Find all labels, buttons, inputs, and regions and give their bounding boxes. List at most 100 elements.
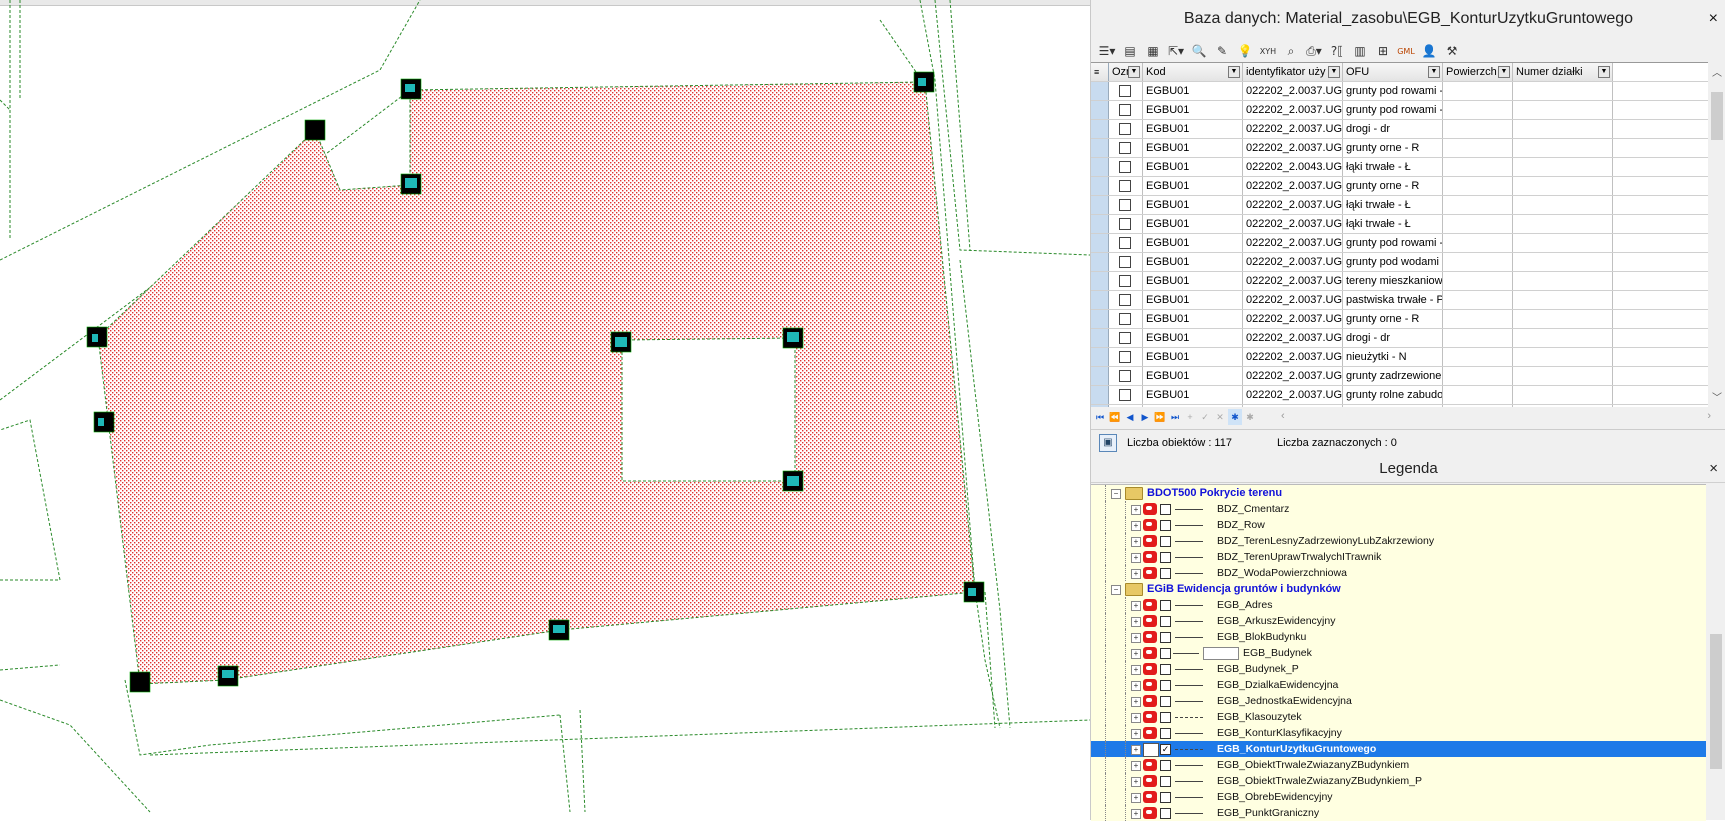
row-checkbox[interactable] — [1119, 237, 1131, 250]
table-row[interactable]: EGBU01 022202_2.0037.UG grunty orne - R — [1091, 139, 1708, 158]
layer-visibility-icon[interactable] — [1143, 695, 1157, 707]
table-row[interactable]: EGBU01 022202_2.0043.UG łąki trwałe - Ł — [1091, 158, 1708, 177]
legend-layer[interactable]: + EGB_Budynek_P — [1091, 661, 1706, 677]
row-selector[interactable] — [1091, 120, 1109, 138]
column-header-numer-dzialki[interactable]: Numer działki ▼ — [1513, 63, 1613, 81]
row-checkbox-cell[interactable] — [1109, 139, 1143, 157]
collapse-icon[interactable]: − — [1111, 585, 1121, 595]
row-checkbox[interactable] — [1119, 351, 1131, 364]
layer-visibility-icon[interactable] — [1143, 679, 1157, 691]
column-header-kod[interactable]: Kod ▼ — [1143, 63, 1243, 81]
row-selector[interactable] — [1091, 215, 1109, 233]
layer-visibility-icon[interactable] — [1143, 727, 1157, 739]
selected-land-use-contour[interactable] — [97, 81, 976, 685]
row-selector[interactable] — [1091, 196, 1109, 214]
layer-checkbox[interactable] — [1160, 728, 1171, 739]
legend-layer[interactable]: + EGB_ObrebEwidencyjny — [1091, 789, 1706, 805]
legend-layer[interactable]: + BDZ_WodaPowierzchniowa — [1091, 565, 1706, 581]
expand-icon[interactable]: + — [1131, 681, 1141, 691]
layer-checkbox[interactable] — [1160, 568, 1171, 579]
search-icon[interactable]: 🔍 — [1189, 41, 1209, 61]
layer-visibility-icon[interactable] — [1143, 663, 1157, 675]
layer-visibility-icon[interactable] — [1143, 567, 1157, 579]
row-checkbox[interactable] — [1119, 142, 1131, 155]
legend-layer[interactable]: + EGB_ObiektTrwaleZwiazanyZBudynkiem_P — [1091, 773, 1706, 789]
layer-checkbox[interactable] — [1160, 792, 1171, 803]
row-checkbox[interactable] — [1119, 294, 1131, 307]
table-row[interactable]: EGBU01 022202_2.0037.UG grunty pod rowami … — [1091, 101, 1708, 120]
layer-visibility-icon[interactable] — [1143, 791, 1157, 803]
expand-icon[interactable]: + — [1131, 601, 1141, 611]
layer-visibility-icon[interactable] — [1143, 711, 1157, 723]
close-database-panel-button[interactable]: × — [1709, 0, 1718, 38]
tool-icon[interactable]: ⚒ — [1442, 41, 1462, 61]
legend-layer[interactable]: + EGB_ObiektTrwaleZwiazanyZBudynkiem — [1091, 757, 1706, 773]
legend-layer[interactable]: + EGB_JednostkaEwidencyjna — [1091, 693, 1706, 709]
row-selector[interactable] — [1091, 177, 1109, 195]
chevron-down-icon[interactable]: ▼ — [1428, 66, 1440, 78]
scroll-left-icon[interactable]: ‹ — [1281, 410, 1285, 422]
zoom-icon[interactable]: ⌕ — [1281, 41, 1301, 61]
row-checkbox[interactable] — [1119, 123, 1131, 136]
layer-checkbox[interactable] — [1160, 680, 1171, 691]
table-row[interactable]: EGBU01 022202_2.0037.UG nieużytki - N — [1091, 348, 1708, 367]
table-row[interactable]: EGBU01 022202_2.0037.UG grunty orne - R — [1091, 177, 1708, 196]
layer-checkbox[interactable] — [1160, 616, 1171, 627]
xyh-icon[interactable]: XYH — [1258, 41, 1278, 61]
expand-icon[interactable]: + — [1131, 713, 1141, 723]
layer-visibility-icon[interactable] — [1143, 599, 1157, 611]
layer-visibility-icon[interactable] — [1143, 647, 1157, 659]
brush-icon[interactable]: ✎ — [1212, 41, 1232, 61]
expand-icon[interactable]: + — [1131, 553, 1141, 563]
expand-icon[interactable]: + — [1131, 777, 1141, 787]
table2-icon[interactable]: ▦ — [1143, 41, 1163, 61]
scrollbar-thumb[interactable] — [1711, 92, 1723, 140]
gml-icon[interactable]: GML — [1396, 41, 1416, 61]
row-checkbox[interactable] — [1119, 370, 1131, 383]
legend-layer[interactable]: + BDZ_TerenUprawTrwalychITrawnik — [1091, 549, 1706, 565]
row-selector[interactable] — [1091, 310, 1109, 328]
row-checkbox-cell[interactable] — [1109, 215, 1143, 233]
row-checkbox-cell[interactable] — [1109, 177, 1143, 195]
expand-icon[interactable]: + — [1131, 569, 1141, 579]
scroll-down-icon[interactable]: ﹀ — [1708, 389, 1725, 404]
row-selector[interactable] — [1091, 367, 1109, 385]
row-checkbox[interactable] — [1119, 161, 1131, 174]
legend-layer[interactable]: + EGB_KonturKlasyfikacyjny — [1091, 725, 1706, 741]
scrollbar-thumb[interactable] — [1710, 634, 1722, 769]
layer-checkbox[interactable] — [1160, 712, 1171, 723]
column-header-ozr[interactable]: Ozr ▼ — [1109, 63, 1143, 81]
map-drawing[interactable] — [0, 0, 1090, 820]
grid-menu-icon[interactable]: ☰▾ — [1097, 41, 1117, 61]
refresh-all-icon[interactable]: ✱ — [1243, 409, 1257, 425]
chevron-down-icon[interactable]: ▼ — [1328, 66, 1340, 78]
cancel-icon[interactable]: ✕ — [1213, 409, 1227, 425]
last-record-icon[interactable]: ⏭ — [1168, 409, 1182, 425]
users-icon[interactable]: 👤 — [1419, 41, 1439, 61]
row-checkbox[interactable] — [1119, 332, 1131, 345]
next-record-icon[interactable]: ▶ — [1138, 409, 1152, 425]
table-row[interactable]: EGBU01 022202_2.0037.UG drogi - dr — [1091, 120, 1708, 139]
legend-group[interactable]: − EGiB Ewidencja gruntów i budynków — [1091, 581, 1706, 597]
table-icon[interactable]: ▤ — [1120, 41, 1140, 61]
row-checkbox[interactable] — [1119, 180, 1131, 193]
layer-checkbox[interactable] — [1160, 776, 1171, 787]
row-selector[interactable] — [1091, 329, 1109, 347]
layer-visibility-icon[interactable] — [1143, 615, 1157, 627]
layer-checkbox[interactable]: ✓ — [1160, 744, 1171, 755]
refresh-icon[interactable]: ✱ — [1228, 409, 1242, 425]
table-row[interactable]: EGBU01 022202_2.0037.UG grunty orne - R — [1091, 310, 1708, 329]
row-checkbox[interactable] — [1119, 275, 1131, 288]
chevron-down-icon[interactable]: ▼ — [1228, 66, 1240, 78]
expand-icon[interactable]: + — [1131, 809, 1141, 819]
row-selector[interactable] — [1091, 234, 1109, 252]
expand-icon[interactable]: + — [1131, 505, 1141, 515]
expand-icon[interactable]: + — [1131, 697, 1141, 707]
legend-vertical-scrollbar[interactable] — [1706, 484, 1725, 820]
layer-checkbox[interactable] — [1160, 696, 1171, 707]
column-header-identyfikator[interactable]: identyfikator uży ▼ — [1243, 63, 1343, 81]
row-selector[interactable] — [1091, 82, 1109, 100]
row-checkbox-cell[interactable] — [1109, 348, 1143, 366]
prev-page-icon[interactable]: ⏪ — [1108, 409, 1122, 425]
row-checkbox-cell[interactable] — [1109, 310, 1143, 328]
